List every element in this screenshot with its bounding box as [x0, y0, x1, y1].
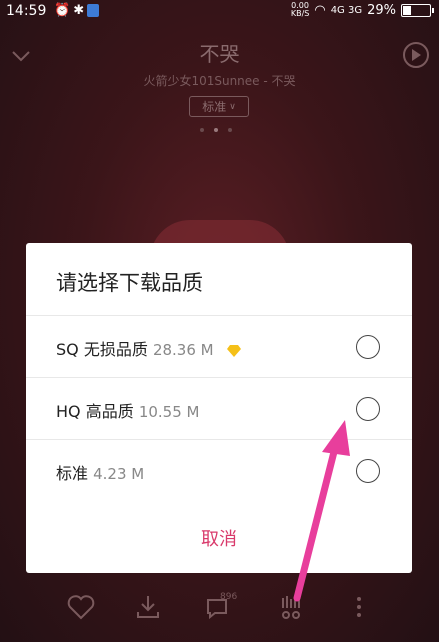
radio-button[interactable]	[356, 397, 380, 421]
status-time: 14:59	[6, 3, 47, 19]
heart-icon[interactable]	[66, 592, 96, 622]
option-label: SQ 无损品质 28.36 M	[56, 336, 241, 360]
alarm-icon: ⏰	[54, 3, 74, 18]
wifi-icon: ◠	[314, 2, 326, 18]
radio-button[interactable]	[356, 459, 380, 483]
battery-icon	[401, 3, 434, 17]
diamond-icon	[226, 344, 241, 357]
page-indicator	[200, 128, 232, 132]
quality-label: 标准	[202, 100, 227, 114]
cancel-button[interactable]: 取消	[26, 525, 412, 551]
status-notification-icons: ⏰✱	[54, 3, 100, 18]
download-quality-dialog: 请选择下载品质 SQ 无损品质 28.36 M HQ 高品质 10.55 M 标…	[26, 243, 412, 573]
option-size: 4.23 M	[93, 465, 145, 483]
video-icon[interactable]	[403, 42, 429, 68]
option-label: 标准 4.23 M	[56, 464, 145, 483]
song-title: 不哭	[199, 42, 240, 66]
option-sq[interactable]: SQ 无损品质 28.36 M	[26, 315, 412, 378]
more-icon[interactable]	[344, 592, 374, 622]
chevron-down-small-icon: ∨	[229, 101, 236, 112]
option-standard[interactable]: 标准 4.23 M	[26, 439, 412, 502]
quality-selector[interactable]: 标准 ∨	[189, 96, 249, 117]
radio-button[interactable]	[356, 335, 380, 359]
bluetooth-icon: ✱	[73, 3, 88, 18]
option-hq[interactable]: HQ 高品质 10.55 M	[26, 377, 412, 440]
ringtone-cut-icon[interactable]	[276, 592, 306, 622]
download-icon[interactable]	[133, 592, 163, 622]
option-size: 28.36 M	[152, 341, 214, 359]
comment-count-badge: 896	[220, 592, 238, 602]
option-size: 10.55 M	[138, 403, 200, 421]
battery-percent: 29%	[367, 2, 396, 18]
signal-icon: 4G 3G	[330, 4, 363, 16]
status-bar: 14:59 ⏰✱ 0.00 KB/S ◠ 4G 3G 29%	[0, 0, 439, 24]
song-artist: 火箭少女101Sunnee - 不哭	[143, 74, 296, 88]
net-speed: 0.00 KB/S	[290, 1, 310, 18]
option-label: HQ 高品质 10.55 M	[56, 402, 200, 421]
status-right: 0.00 KB/S ◠ 4G 3G 29%	[290, 1, 434, 18]
shield-icon	[87, 4, 100, 17]
battery-fill	[403, 5, 412, 15]
dialog-title: 请选择下载品质	[56, 271, 203, 295]
